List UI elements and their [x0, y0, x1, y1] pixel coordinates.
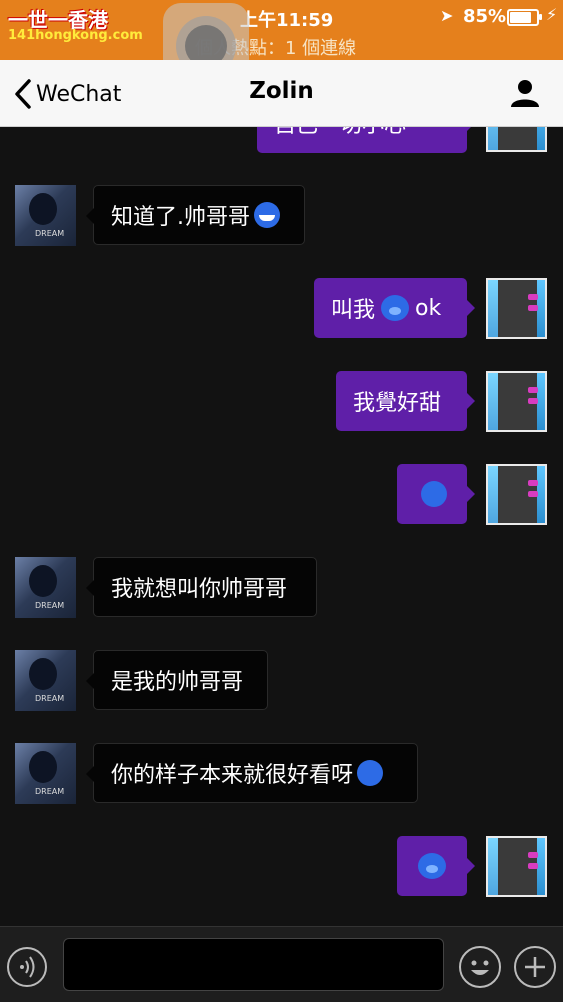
contact-avatar[interactable]: DREAM — [15, 185, 76, 246]
status-time: 上午11:59 — [240, 10, 334, 31]
navigation-bar: WeChat Zolin — [0, 60, 563, 127]
outgoing-message-bubble[interactable] — [397, 836, 475, 896]
pig-face-icon — [418, 853, 446, 879]
sound-wave-icon — [20, 956, 35, 978]
my-avatar[interactable] — [486, 464, 547, 525]
message-text: 你的样子本来就很好看呀 — [111, 763, 354, 788]
my-avatar[interactable] — [486, 127, 547, 152]
outgoing-message-bubble[interactable]: 我覺好甜 — [336, 371, 475, 431]
incoming-message-bubble[interactable]: 知道了.帅哥哥 — [86, 185, 305, 245]
contact-avatar[interactable]: DREAM — [15, 650, 76, 711]
more-options-button[interactable] — [514, 946, 556, 988]
outgoing-message-bubble[interactable]: 叫我 ok — [314, 278, 475, 338]
message-list[interactable]: 自己一切小心 DREAM 知道了.帅哥哥 叫我 ok 我覺好甜 DREAM 我就想… — [0, 127, 563, 926]
winking-tongue-face-icon — [357, 760, 384, 786]
outgoing-message-bubble[interactable]: 自己一切小心 — [257, 127, 475, 153]
incoming-message-bubble[interactable]: 是我的帅哥哥 — [86, 650, 268, 710]
incoming-message-bubble[interactable]: 我就想叫你帅哥哥 — [86, 557, 317, 617]
site-watermark-logo: 一世一香港 141hongkong.com — [8, 8, 143, 43]
message-text: 我就想叫你帅哥哥 — [111, 577, 288, 602]
my-avatar[interactable] — [486, 836, 547, 897]
input-toolbar — [0, 926, 563, 1002]
plus-icon — [525, 957, 545, 977]
message-text: 叫我 — [331, 298, 376, 323]
contact-avatar[interactable]: DREAM — [15, 557, 76, 618]
outgoing-message-bubble[interactable] — [397, 464, 475, 524]
charging-bolt-icon: ⚡ — [546, 5, 558, 24]
message-text: 自己一切小心 — [274, 127, 406, 139]
my-avatar[interactable] — [486, 278, 547, 339]
smiley-face-icon — [471, 960, 489, 975]
my-avatar[interactable] — [486, 371, 547, 432]
location-arrow-icon: ➤ — [440, 6, 454, 25]
message-text-suffix: ok — [415, 295, 442, 321]
battery-icon — [507, 9, 542, 26]
status-bar: 一世一香港 141hongkong.com 上午11:59 個人熱點：1 個連線… — [0, 0, 563, 60]
message-text: 知道了.帅哥哥 — [111, 205, 250, 230]
message-text: 是我的帅哥哥 — [111, 670, 244, 695]
grinning-face-icon — [254, 202, 280, 228]
voice-input-button[interactable] — [7, 947, 47, 987]
contact-avatar[interactable]: DREAM — [15, 743, 76, 804]
emoji-button[interactable] — [459, 946, 501, 988]
message-input[interactable] — [63, 938, 444, 991]
message-text: 我覺好甜 — [353, 391, 442, 416]
incoming-message-bubble[interactable]: 你的样子本来就很好看呀 — [86, 743, 418, 803]
chat-title: Zolin — [249, 78, 314, 104]
contact-profile-icon[interactable] — [509, 78, 541, 112]
face-with-tongue-icon — [421, 481, 447, 507]
battery-percent: 85% — [463, 6, 507, 27]
pig-face-icon — [381, 295, 410, 321]
